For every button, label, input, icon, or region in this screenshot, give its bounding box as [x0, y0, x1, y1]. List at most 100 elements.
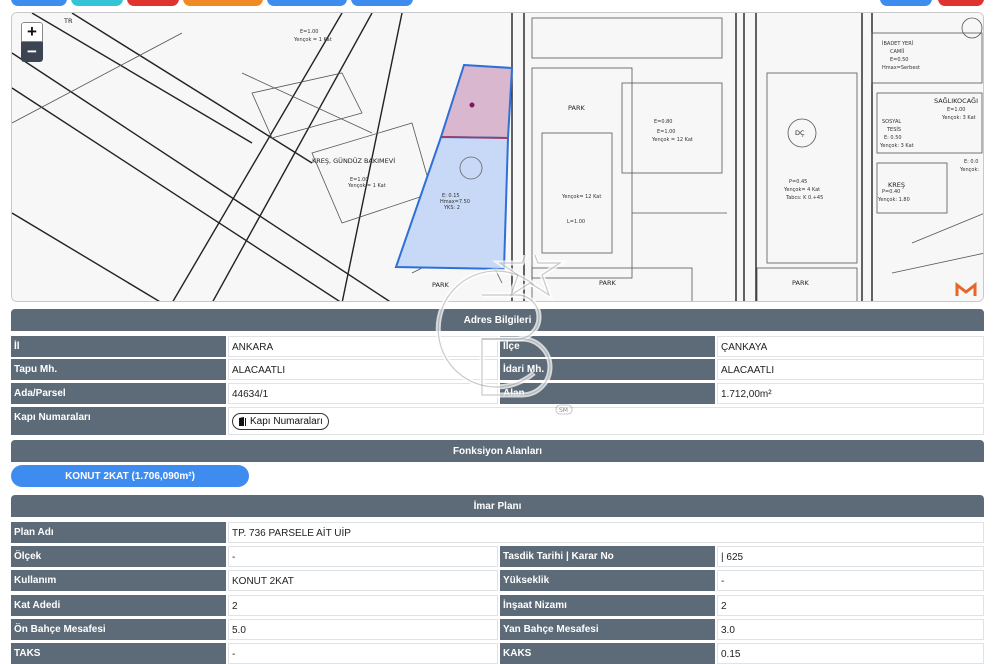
- adres-bilgileri-header: Adres Bilgileri: [11, 309, 984, 331]
- kapi-label: Kapı Numaraları: [11, 407, 226, 435]
- svg-text:E=1.00: E=1.00: [657, 129, 675, 135]
- zoom-in-button[interactable]: +: [21, 22, 43, 42]
- svg-text:L=1.00: L=1.00: [567, 219, 585, 225]
- svg-text:CAMİİ: CAMİİ: [890, 48, 904, 55]
- door-icon: [239, 416, 246, 426]
- yan-bahce-value: 3.0: [717, 619, 984, 640]
- svg-text:P=0.45: P=0.45: [789, 179, 807, 185]
- svg-text:Yençok= 4 Kat: Yençok= 4 Kat: [783, 187, 820, 193]
- table-row: Tapu Mh. ALACAATLI İdari Mh. ALACAATLI: [11, 359, 984, 380]
- svg-text:E=1.00: E=1.00: [947, 107, 965, 113]
- toolbar-button-6[interactable]: [351, 0, 413, 6]
- svg-text:E: 0.50: E: 0.50: [884, 135, 902, 141]
- svg-text:E=0.50: E=0.50: [890, 57, 908, 63]
- toolbar-button-2[interactable]: [71, 0, 123, 6]
- svg-text:Yençok: 3 Kat: Yençok: 3 Kat: [879, 143, 914, 149]
- table-row: İl ANKARA İlçe ÇANKAYA: [11, 336, 984, 357]
- ilce-value: ÇANKAYA: [717, 336, 984, 357]
- kaks-value: 0.15: [717, 643, 984, 664]
- taks-label: TAKS: [11, 643, 226, 664]
- toolbar-button-4[interactable]: [183, 0, 263, 6]
- svg-text:YKS: 2: YKS: 2: [443, 205, 460, 211]
- ada-parsel-value: 44634/1: [228, 383, 498, 404]
- table-row: TAKS - KAKS 0.15: [11, 643, 984, 664]
- map-label-tr: TR: [63, 17, 73, 25]
- svg-text:Yençok= 12 Kat: Yençok= 12 Kat: [561, 194, 601, 200]
- adres-bilgileri-title: Adres Bilgileri: [463, 314, 532, 326]
- alan-label: Alan: [500, 383, 715, 404]
- top-toolbar: [0, 0, 1000, 6]
- map-label-park-3: PARK: [599, 279, 616, 287]
- imar-plani-title: İmar Planı: [473, 500, 522, 512]
- tapu-label: Tapu Mh.: [11, 359, 226, 380]
- toolbar-button-8[interactable]: [938, 0, 984, 6]
- olcek-label: Ölçek: [11, 546, 226, 567]
- on-bahce-label: Ön Bahçe Mesafesi: [11, 619, 226, 640]
- table-row: Ön Bahçe Mesafesi 5.0 Yan Bahçe Mesafesi…: [11, 619, 984, 640]
- tasdik-value: | 625: [717, 546, 984, 567]
- fonksiyon-alanlari-title: Fonksiyon Alanları: [452, 445, 543, 457]
- il-value: ANKARA: [228, 336, 498, 357]
- tasdik-label: Tasdik Tarihi | Karar No: [500, 546, 715, 567]
- kaks-label: KAKS: [500, 643, 715, 664]
- map-label-park-1: PARK: [568, 104, 585, 112]
- table-row: Kat Adedi 2 İnşaat Nizamı 2: [11, 595, 984, 616]
- zoom-out-button[interactable]: −: [21, 42, 43, 62]
- taks-value: -: [228, 643, 498, 664]
- toolbar-button-1[interactable]: [11, 0, 67, 6]
- parcel-map[interactable]: E=1.00 Yençok = 1 Kat E=1.00 Yençok = 1 Ka…: [11, 12, 984, 302]
- ada-parsel-label: Ada/Parsel: [11, 383, 226, 404]
- on-bahce-value: 5.0: [228, 619, 498, 640]
- toolbar-button-7[interactable]: [880, 0, 932, 6]
- imar-plani-header: İmar Planı: [11, 495, 984, 517]
- kat-adedi-value: 2: [228, 595, 498, 616]
- kapi-numaralari-button[interactable]: Kapı Numaraları: [232, 413, 329, 430]
- yukseklik-value: -: [717, 570, 984, 591]
- svg-text:P=0.40: P=0.40: [882, 189, 900, 195]
- kat-adedi-label: Kat Adedi: [11, 595, 226, 616]
- toolbar-button-5[interactable]: [267, 0, 347, 6]
- map-label-kres: KREŞ, GÜNDÜZ BAKIMEVİ: [312, 156, 395, 165]
- svg-text:Yençok = 1 Kat: Yençok = 1 Kat: [293, 37, 332, 43]
- plan-adi-value: TP. 736 PARSELE AİT UİP: [228, 522, 984, 543]
- map-label-park-4: PARK: [792, 279, 809, 287]
- svg-text:Yençok: 1.80: Yençok: 1.80: [877, 197, 910, 203]
- map-label-dc: DÇ: [795, 129, 805, 137]
- yan-bahce-label: Yan Bahçe Mesafesi: [500, 619, 715, 640]
- insaat-nizami-label: İnşaat Nizamı: [500, 595, 715, 616]
- kullanim-value: KONUT 2KAT: [228, 570, 498, 591]
- svg-text:İBADET YERİ: İBADET YERİ: [882, 40, 913, 47]
- table-row: Ölçek - Tasdik Tarihi | Karar No | 625: [11, 546, 984, 567]
- ilce-label: İlçe: [500, 336, 715, 357]
- svg-text:E=1.00: E=1.00: [300, 29, 318, 35]
- table-row: Kapı Numaraları Kapı Numaraları: [11, 407, 984, 435]
- idari-value: ALACAATLI: [717, 359, 984, 380]
- idari-label: İdari Mh.: [500, 359, 715, 380]
- svg-text:Yençok = 1 Kat: Yençok = 1 Kat: [347, 183, 386, 189]
- olcek-value: -: [228, 546, 498, 567]
- svg-text:Yençok: 3 Kat: Yençok: 3 Kat: [941, 115, 976, 121]
- svg-text:Yençok = 12 Kat: Yençok = 12 Kat: [651, 137, 693, 143]
- svg-text:TESİS: TESİS: [886, 126, 901, 133]
- insaat-nizami-value: 2: [717, 595, 984, 616]
- fonksiyon-pill[interactable]: KONUT 2KAT (1.706,090m²): [11, 465, 249, 487]
- map-logo-icon: [955, 282, 977, 296]
- table-row: Plan Adı TP. 736 PARSELE AİT UİP: [11, 522, 984, 543]
- map-label-park-2: PARK: [432, 281, 449, 289]
- alan-value: 1.712,00m²: [717, 383, 984, 404]
- kapi-value: Kapı Numaraları: [228, 407, 984, 435]
- kullanim-label: Kullanım: [11, 570, 226, 591]
- svg-text:Hmax=Serbest: Hmax=Serbest: [882, 65, 920, 71]
- svg-text:E=0.80: E=0.80: [654, 119, 672, 125]
- plan-map-drawing: E=1.00 Yençok = 1 Kat E=1.00 Yençok = 1 Ka…: [12, 13, 983, 301]
- map-label-saglik: SAĞLIKOCAĞI: [934, 96, 978, 105]
- table-row: Ada/Parsel 44634/1 Alan 1.712,00m²: [11, 383, 984, 404]
- svg-text:Tabcs: K 0.+45: Tabcs: K 0.+45: [785, 195, 823, 201]
- fonksiyon-alanlari-header: Fonksiyon Alanları: [11, 440, 984, 462]
- toolbar-button-3[interactable]: [127, 0, 179, 6]
- svg-text:E: 0.0: E: 0.0: [964, 159, 978, 165]
- yukseklik-label: Yükseklik: [500, 570, 715, 591]
- map-label-kres-2: KREŞ: [888, 181, 905, 189]
- il-label: İl: [11, 336, 226, 357]
- zoom-control: + −: [21, 22, 43, 62]
